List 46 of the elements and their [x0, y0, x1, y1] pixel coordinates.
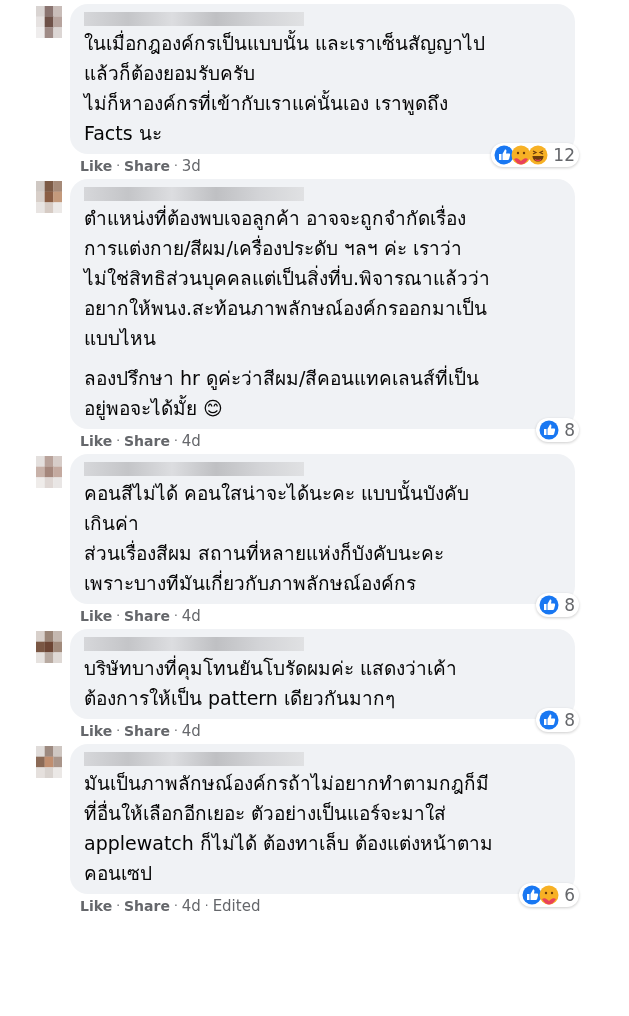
separator-dot: ·: [173, 159, 178, 173]
timestamp[interactable]: 3d: [181, 157, 201, 175]
comment-text: คอนสีไม่ได้ คอนใสน่าจะได้นะคะ แบบนั้นบังคับ เกินค่า ส่วนเรื่องสีผม สถานที่หลายแห่งก็บังคับนะคะ เพราะบางทีมันเกี่ยวกับภาพลักษณ์องค์กร: [84, 479, 471, 596]
reaction-count[interactable]: 8: [536, 418, 579, 442]
separator-dot: ·: [116, 609, 120, 623]
comment-text: มันเป็นภาพลักษณ์องค์กรถ้าไม่อยากทำตามกฎก็มี ที่อื่นให้เลือกอีกเยอะ ตัวอย่างเป็นแอร์จะมาใส่ applewatch ก็ไม่ได้ ต้องทาเล็บ ต้องแต่งหน้าตาม คอนเซป: [84, 771, 494, 886]
comment-text: บริษัทบางที่คุมโทนยันโบรัดผมค่ะ แสดงว่าเค้า ต้องการให้เป็น pattern เดียวกันมากๆ: [84, 654, 459, 711]
action-link[interactable]: Share: [124, 158, 170, 174]
hug-emoji-icon: [539, 885, 560, 905]
separator-dot: ·: [173, 434, 178, 448]
reaction-count[interactable]: 8: [536, 708, 579, 732]
action-link[interactable]: Like: [80, 158, 113, 174]
comment-text: ในเมื่อกฎองค์กรเป็นแบบนั้น และเราเซ็นสัญญาไป แล้วก็ต้องยอมรับครับ ไม่ก็หาองค์กรที่เข้ากับเราแค่นั้นเอง เราพูดถึง Facts นะ: [84, 29, 487, 146]
separator-dot: ·: [116, 159, 120, 173]
timestamp[interactable]: 4d: [181, 432, 201, 450]
thumbs-up-icon: [522, 885, 543, 905]
action-link[interactable]: Like: [80, 723, 113, 739]
action-link[interactable]: Like: [80, 898, 113, 914]
comment-text: ตำแหน่งที่ต้องพบเจอลูกค้า อาจจะถูกจำกัดเรื่อง การแต่งกาย/สีผม/เครื่องประดับ ฯลฯ ค่ะ เราว่า ไม่ใช่สิทธิส่วนบุคคลแต่เป็นสิ่งที่บ.พิจารณาแล้วว่า อยากให้พนง.สะท้อนภาพลักษณ์องค์กรออกมาเป็น แบบไหน: [84, 204, 492, 351]
action-link[interactable]: Share: [124, 433, 170, 449]
action-link[interactable]: Share: [124, 608, 170, 624]
separator-dot: ·: [204, 899, 209, 913]
action-link[interactable]: Share: [124, 898, 170, 914]
separator-dot: ·: [116, 899, 120, 913]
comment-text: ลองปรึกษา hr ดูค่ะว่าสีผม/สีคอนแทคเลนส์ที่เป็น อยู่พอจะได้มั้ย 😊: [84, 364, 481, 422]
thumbs-up-icon: [539, 595, 560, 615]
reaction-count[interactable]: 8: [536, 593, 579, 617]
laughing-emoji-icon: [528, 145, 549, 165]
action-link[interactable]: Like: [80, 608, 113, 624]
action-link[interactable]: Share: [124, 723, 170, 739]
separator-dot: ·: [173, 724, 178, 738]
reaction-count[interactable]: 12: [491, 143, 579, 167]
separator-dot: ·: [173, 899, 178, 913]
reaction-count[interactable]: 6: [519, 883, 579, 907]
edited-label[interactable]: Edited: [212, 897, 261, 915]
thumbs-up-icon: [539, 420, 560, 440]
action-link[interactable]: Like: [80, 433, 113, 449]
separator-dot: ·: [116, 434, 120, 448]
separator-dot: ·: [116, 724, 120, 738]
timestamp[interactable]: 4d: [181, 897, 201, 915]
thumbs-up-icon: [539, 710, 560, 730]
timestamp[interactable]: 4d: [181, 722, 201, 740]
hug-emoji-icon: [511, 145, 532, 165]
separator-dot: ·: [173, 609, 178, 623]
thumbs-up-icon: [494, 145, 515, 165]
timestamp[interactable]: 4d: [181, 607, 201, 625]
